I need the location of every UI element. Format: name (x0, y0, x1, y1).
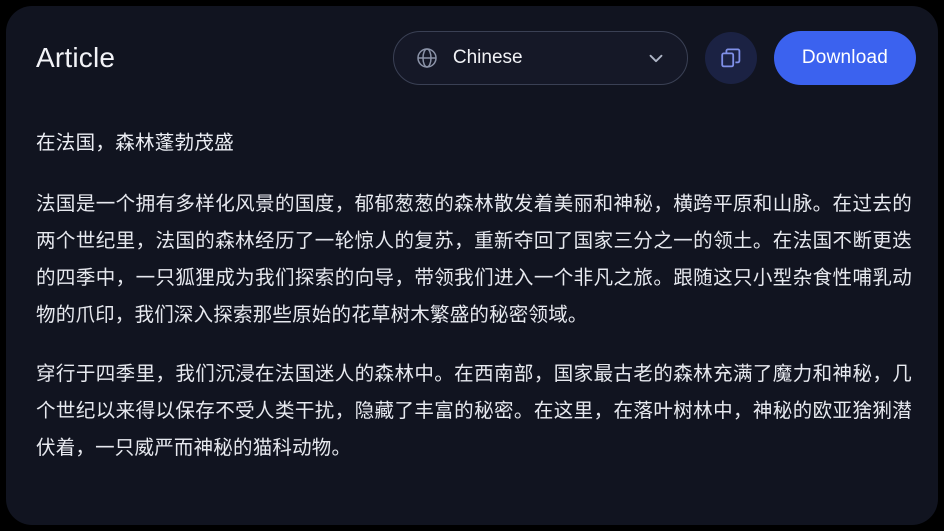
page-title: Article (36, 42, 116, 73)
language-select[interactable]: Chinese (392, 31, 688, 85)
language-select-value: Chinese (452, 47, 523, 68)
article-paragraph: 穿行于四季里，我们沉浸在法国迷人的森林中。在西南部，国家最古老的森林充满了魔力和… (36, 363, 912, 459)
header-bar: Article Chinese Download (6, 6, 938, 110)
article-heading: 在法国，森林蓬勃茂盛 (36, 132, 235, 154)
header-controls: Chinese Download (392, 31, 916, 85)
article-paragraph: 法国是一个拥有多样化风景的国度，郁郁葱葱的森林散发着美丽和神秘，横跨平原和山脉。… (36, 193, 912, 326)
copy-button[interactable] (704, 32, 757, 84)
chevron-down-icon (649, 54, 663, 63)
copy-icon (721, 48, 741, 68)
download-button[interactable]: Download (773, 31, 916, 85)
article-body: 在法国，森林蓬勃茂盛 法国是一个拥有多样化风景的国度，郁郁葱葱的森林散发着美丽和… (6, 110, 938, 467)
globe-icon (417, 48, 437, 68)
article-panel: Article Chinese Download 在法国，森林蓬勃茂盛 法国是一… (6, 6, 938, 525)
